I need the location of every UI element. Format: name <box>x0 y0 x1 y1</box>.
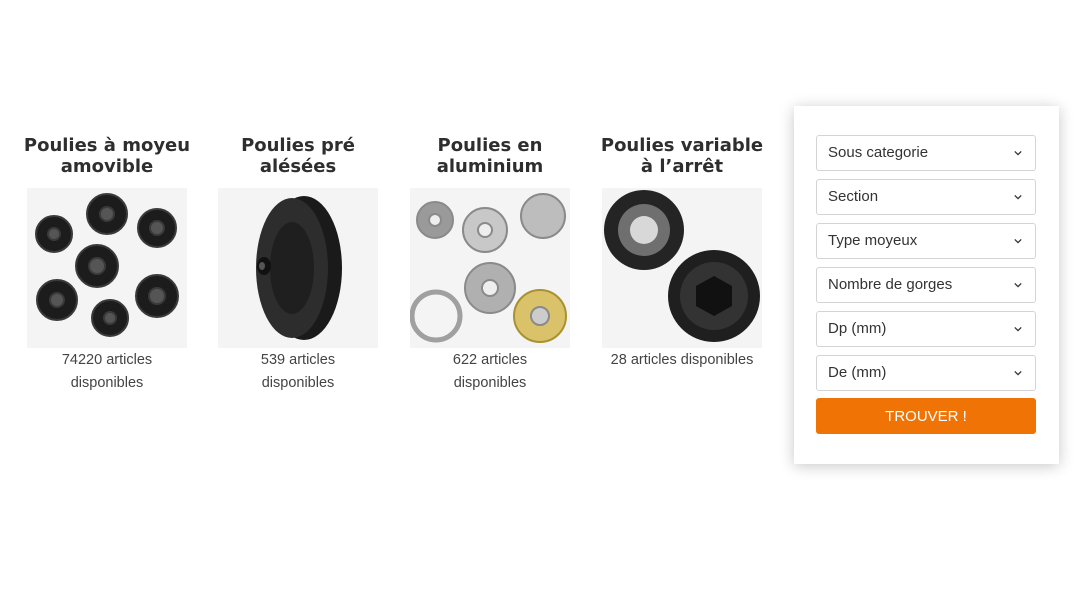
sous-categorie-select[interactable]: Sous categorie <box>816 135 1036 171</box>
chevron-down-icon <box>1014 282 1022 288</box>
select-label: Dp (mm) <box>828 320 887 337</box>
dp-mm-select[interactable]: Dp (mm) <box>816 311 1036 347</box>
category-card[interactable]: Poulies en aluminium 622 articles dispon… <box>402 134 578 395</box>
aluminium-pulleys-image[interactable] <box>410 188 570 348</box>
chevron-down-icon <box>1014 194 1022 200</box>
select-label: Section <box>828 188 879 205</box>
chevron-down-icon <box>1014 238 1022 244</box>
category-count: 539 articles disponibles <box>260 352 336 391</box>
category-title[interactable]: Poulies à moyeu amovible <box>19 134 195 178</box>
de-mm-select[interactable]: De (mm) <box>816 355 1036 391</box>
chevron-down-icon <box>1014 370 1022 376</box>
category-count: 622 articles disponibles <box>452 352 528 391</box>
section-select[interactable]: Section <box>816 179 1036 215</box>
category-card[interactable]: Poulies à moyeu amovible 74220 articles … <box>19 134 195 395</box>
category-title[interactable]: Poulies variable à l’arrêt <box>594 134 770 178</box>
select-label: Nombre de gorges <box>828 276 953 293</box>
category-card[interactable]: Poulies variable à l’arrêt 28 articles d… <box>594 134 770 372</box>
select-label: De (mm) <box>828 364 887 381</box>
category-count: 74220 articles disponibles <box>61 352 153 391</box>
category-grid: Poulies à moyeu amovible 74220 articles … <box>0 0 780 600</box>
type-moyeux-select[interactable]: Type moyeux <box>816 223 1036 259</box>
category-count: 28 articles disponibles <box>610 352 754 368</box>
chevron-down-icon <box>1014 326 1022 332</box>
select-label: Type moyeux <box>828 232 918 249</box>
chevron-down-icon <box>1014 150 1022 156</box>
category-title[interactable]: Poulies en aluminium <box>402 134 578 178</box>
variable-pulleys-image[interactable] <box>602 188 762 348</box>
filter-panel: Sous categorie Section Type moyeux Nombr… <box>794 106 1059 464</box>
nombre-de-gorges-select[interactable]: Nombre de gorges <box>816 267 1036 303</box>
category-card[interactable]: Poulies pré alésées 539 articles disponi… <box>210 134 386 395</box>
find-button[interactable]: TROUVER ! <box>816 398 1036 434</box>
single-pulley-image[interactable] <box>218 188 378 348</box>
pulleys-assortment-image[interactable] <box>27 188 187 348</box>
category-title[interactable]: Poulies pré alésées <box>210 134 386 178</box>
select-label: Sous categorie <box>828 144 929 161</box>
